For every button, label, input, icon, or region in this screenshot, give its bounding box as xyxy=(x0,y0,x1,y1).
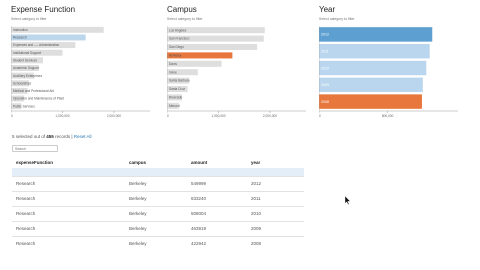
bar-label: Davis xyxy=(169,62,177,66)
x-tick-label: 2,000,000 xyxy=(263,114,277,118)
table-header-row: expenseFunction campus amount year xyxy=(12,156,304,168)
bar[interactable] xyxy=(319,77,423,93)
cell-expense-function: Research xyxy=(12,220,125,236)
expense-function-subtitle: Select category to filter xyxy=(11,17,47,21)
bar-label: Instruction xyxy=(13,28,28,32)
bar-label: Irvine xyxy=(169,70,177,74)
data-table: expenseFunction campus amount year Resea… xyxy=(12,156,304,251)
cell-year: 2008 xyxy=(247,235,304,251)
bar-label: Operation and Maintenance of Plant xyxy=(13,97,64,101)
bar-label: Santa Barbara xyxy=(169,79,190,83)
cell-expense-function: Research xyxy=(12,190,125,206)
bar-label: Expenses and ---- Administration xyxy=(13,43,59,47)
x-tick-label: 1,000,000 xyxy=(211,114,225,118)
bar-label: Research xyxy=(13,36,27,40)
cell-amount: 508004 xyxy=(187,205,247,221)
cell-campus: Berkeley xyxy=(125,205,187,221)
campus-panel: Campus Select category to filter Los Ang… xyxy=(167,5,313,123)
cell-campus: Berkeley xyxy=(125,220,187,236)
column-header-expense-function[interactable]: expenseFunction xyxy=(12,156,125,168)
expense-function-svg[interactable]: Instruction Research Expenses and ---- Adm… xyxy=(11,26,157,120)
bar[interactable] xyxy=(319,43,430,59)
bar-label: 2010 xyxy=(321,66,329,70)
cell-amount: 633240 xyxy=(187,190,247,206)
bar[interactable] xyxy=(319,94,422,109)
search-input[interactable] xyxy=(12,145,58,152)
year-chart[interactable]: 2012 2011 2010 2009 2008 0 800,000 xyxy=(319,26,465,120)
cell-year: 2010 xyxy=(247,205,304,221)
campus-subtitle: Select category to filter xyxy=(167,17,203,21)
cell-year: 2012 xyxy=(247,175,304,191)
year-svg[interactable]: 2012 2011 2010 2009 2008 0 800,000 xyxy=(319,26,465,120)
table-filter-row xyxy=(12,168,304,176)
cell-campus: Berkeley xyxy=(125,190,187,206)
bar-label: 2008 xyxy=(321,100,329,104)
table-row[interactable]: Research Berkeley 633240 2011 xyxy=(12,190,304,206)
bar-label: Riverside xyxy=(169,96,183,100)
bar-label: Medical and Professional Aid xyxy=(13,89,54,93)
bar-label: Merced xyxy=(169,104,180,108)
x-tick-label: 0 xyxy=(11,114,13,118)
expense-function-chart[interactable]: Instruction Research Expenses and ---- Adm… xyxy=(11,26,157,120)
column-header-amount[interactable]: amount xyxy=(187,156,247,168)
x-tick-label: 0 xyxy=(167,114,169,118)
cell-campus: Berkeley xyxy=(125,175,187,191)
record-count: 5 selected out of 455 records | Reset Al… xyxy=(12,134,92,139)
x-tick-label: 0 xyxy=(319,114,321,118)
bar-label: Institutional Support xyxy=(13,51,41,55)
table-row[interactable]: Research Berkeley 422942 2008 xyxy=(12,235,304,251)
cell-amount: 463919 xyxy=(187,220,247,236)
cell-year: 2011 xyxy=(247,190,304,206)
year-title: Year xyxy=(319,5,336,14)
expense-function-title: Expense Function xyxy=(11,5,76,14)
bar-label: Santa Cruz xyxy=(169,87,185,91)
expense-function-panel: Expense Function Select category to filt… xyxy=(11,5,157,123)
cell-expense-function: Research xyxy=(12,205,125,221)
campus-svg[interactable]: Los Angeles San Francisco San Diego Berkele… xyxy=(167,26,313,120)
cell-amount: 422942 xyxy=(187,235,247,251)
bar[interactable] xyxy=(319,27,433,42)
table-row[interactable]: Research Berkeley 508004 2010 xyxy=(12,205,304,221)
x-tick-label: 2,000,000 xyxy=(107,114,121,118)
bar-label: Los Angeles xyxy=(169,28,187,32)
column-header-campus[interactable]: campus xyxy=(125,156,187,168)
cell-amount: 549999 xyxy=(187,175,247,191)
bar-label: Student Services xyxy=(13,58,38,62)
year-subtitle: Select category to filter xyxy=(319,17,355,21)
table-row[interactable]: Research Berkeley 463919 2009 xyxy=(12,220,304,236)
bar-label: Public Services xyxy=(13,104,35,108)
bar-label: San Francisco xyxy=(169,37,190,41)
campus-chart[interactable]: Los Angeles San Francisco San Diego Berkele… xyxy=(167,26,313,120)
bar-label: Academic Support xyxy=(13,66,39,70)
bar-label: Auxiliary Enterprises xyxy=(13,74,42,78)
record-count-total: 455 xyxy=(46,134,54,139)
record-count-suffix: records | xyxy=(55,134,73,139)
cell-year: 2009 xyxy=(247,220,304,236)
bar-label: Berkeley xyxy=(169,54,182,58)
bar-label: 2012 xyxy=(321,33,329,37)
bar-label: Scholarships xyxy=(13,81,32,85)
cell-expense-function: Research xyxy=(12,235,125,251)
x-tick-label: 1,000,000 xyxy=(55,114,69,118)
bar[interactable] xyxy=(319,60,427,76)
column-header-year[interactable]: year xyxy=(247,156,304,168)
year-panel: Year Select category to filter 2012 2011 2… xyxy=(319,5,465,123)
table-row[interactable]: Research Berkeley 549999 2012 xyxy=(12,175,304,191)
mouse-pointer-icon xyxy=(344,192,351,210)
cell-expense-function: Research xyxy=(12,175,125,191)
bar-label: 2009 xyxy=(321,83,329,87)
campus-title: Campus xyxy=(167,5,197,14)
record-count-prefix: 5 selected out of xyxy=(12,134,46,139)
bar-label: 2011 xyxy=(321,49,329,53)
cell-campus: Berkeley xyxy=(125,235,187,251)
bar-label: San Diego xyxy=(169,45,184,49)
reset-all-link[interactable]: Reset All xyxy=(74,134,92,139)
x-tick-label: 800,000 xyxy=(382,114,394,118)
